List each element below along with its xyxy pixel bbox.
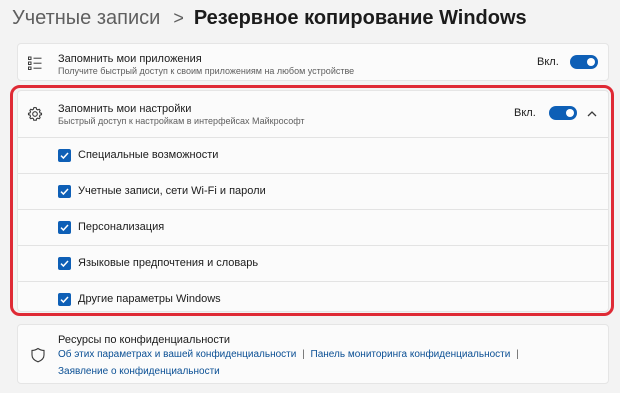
privacy-dashboard-link[interactable]: Панель мониторинга конфиденциальности (311, 349, 511, 360)
option-label: Персонализация (78, 221, 165, 233)
breadcrumb-parent-link[interactable]: Учетные записи (12, 7, 160, 30)
remember-settings-header[interactable]: Запомнить мои настройки Быстрый доступ к… (18, 91, 608, 137)
breadcrumb: Учетные записи > Резервное копирование W… (12, 4, 527, 32)
remember-settings-title: Запомнить мои настройки (58, 103, 192, 115)
page-title: Резервное копирование Windows (193, 6, 527, 29)
remember-settings-subtitle: Быстрый доступ к настройкам в интерфейса… (58, 116, 305, 126)
privacy-links-row-2: Заявление о конфиденциальности (58, 366, 220, 377)
privacy-resources-title: Ресурсы по конфиденциальности (58, 334, 231, 346)
option-label: Другие параметры Windows (78, 293, 221, 305)
shield-icon (30, 347, 46, 363)
option-label: Учетные записи, сети Wi-Fi и пароли (78, 185, 266, 197)
checkbox-language-dictionary[interactable] (58, 257, 71, 270)
remember-settings-state-label: Вкл. (514, 107, 536, 119)
option-accessibility[interactable]: Специальные возможности (18, 137, 608, 173)
option-language-dictionary[interactable]: Языковые предпочтения и словарь (18, 245, 608, 281)
remember-apps-subtitle: Получите быстрый доступ к своим приложен… (58, 66, 355, 76)
remember-apps-card: Запомнить мои приложения Получите быстры… (17, 43, 609, 81)
remember-apps-title: Запомнить мои приложения (58, 53, 202, 65)
remember-apps-state-label: Вкл. (537, 56, 559, 68)
checkbox-accessibility[interactable] (58, 149, 71, 162)
chevron-up-icon[interactable] (585, 107, 599, 121)
link-separator: | (516, 349, 519, 360)
remember-settings-toggle[interactable] (549, 106, 577, 120)
privacy-resources-card: Ресурсы по конфиденциальности Об этих па… (17, 324, 609, 384)
link-separator: | (302, 349, 305, 360)
remember-apps-row: Запомнить мои приложения Получите быстры… (18, 44, 608, 80)
option-label: Специальные возможности (78, 149, 219, 161)
privacy-statement-link[interactable]: Заявление о конфиденциальности (58, 366, 220, 377)
checkbox-accounts-wifi-passwords[interactable] (58, 185, 71, 198)
remember-settings-card: Запомнить мои настройки Быстрый доступ к… (17, 90, 609, 312)
settings-options-list: Специальные возможности Учетные записи, … (18, 137, 608, 317)
option-label: Языковые предпочтения и словарь (78, 257, 259, 269)
breadcrumb-separator: > (173, 7, 184, 28)
checkbox-other-windows-settings[interactable] (58, 293, 71, 306)
remember-apps-toggle[interactable] (570, 55, 598, 69)
checkbox-personalization[interactable] (58, 221, 71, 234)
option-personalization[interactable]: Персонализация (18, 209, 608, 245)
privacy-links-row-1: Об этих параметрах и вашей конфиденциаль… (58, 349, 522, 360)
about-settings-privacy-link[interactable]: Об этих параметрах и вашей конфиденциаль… (58, 349, 296, 360)
option-accounts-wifi-passwords[interactable]: Учетные записи, сети Wi-Fi и пароли (18, 173, 608, 209)
option-other-windows-settings[interactable]: Другие параметры Windows (18, 281, 608, 317)
apps-list-icon (27, 55, 43, 71)
gear-icon (27, 106, 43, 122)
